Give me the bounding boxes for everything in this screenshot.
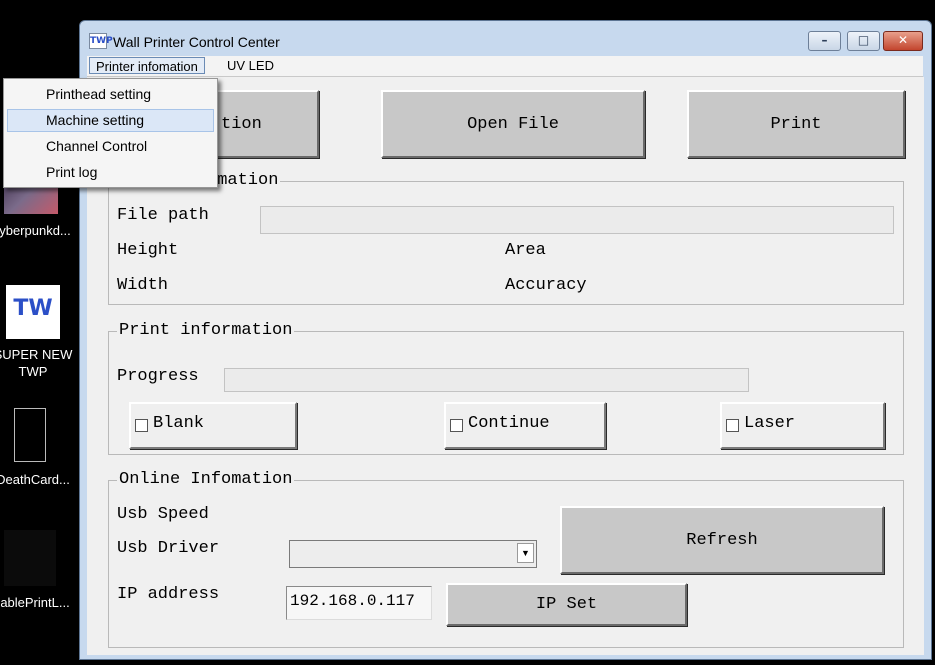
menu-uv-led[interactable]: UV LED: [221, 57, 280, 74]
chevron-down-icon[interactable]: ▼: [517, 543, 534, 563]
laser-checkbox[interactable]: [726, 419, 739, 432]
menu-item-machine-setting[interactable]: Machine setting: [7, 109, 214, 132]
ip-address-input[interactable]: 192.168.0.117: [286, 586, 432, 620]
ip-set-button[interactable]: IP Set: [446, 583, 687, 626]
menu-item-printhead-setting[interactable]: Printhead setting: [7, 83, 214, 106]
desktop-icon-label-2[interactable]: SUPER NEW TWP: [0, 346, 88, 380]
blank-checkbox[interactable]: [135, 419, 148, 432]
usb-driver-select[interactable]: ▼: [289, 540, 537, 568]
laser-toggle[interactable]: Laser: [720, 402, 885, 449]
file-path-field[interactable]: [260, 206, 894, 234]
print-information-group: Print information Progress Blank Continu…: [108, 321, 904, 455]
accuracy-label: Accuracy: [505, 276, 587, 295]
laser-label: Laser: [744, 414, 796, 433]
twp-app-label: SUPER NEW TWP: [0, 347, 73, 379]
height-label: Height: [117, 241, 179, 260]
maximize-icon: □: [857, 33, 870, 47]
connection-button-label: tion: [221, 115, 262, 134]
ip-address-label: IP address: [117, 585, 220, 604]
desktop-icon-label-4[interactable]: ablePrintL...: [0, 594, 90, 611]
minimize-button[interactable]: –: [808, 31, 841, 51]
close-button[interactable]: ✕: [883, 31, 923, 51]
width-label: Width: [117, 276, 169, 295]
progress-label: Progress: [117, 367, 199, 386]
print-button[interactable]: Print: [687, 90, 905, 158]
online-information-title: Online Infomation: [117, 470, 295, 489]
open-file-button[interactable]: Open File: [381, 90, 645, 158]
blank-toggle[interactable]: Blank: [129, 402, 297, 449]
refresh-button[interactable]: Refresh: [560, 506, 884, 574]
window-title: Wall Printer Control Center: [113, 34, 280, 50]
blank-label: Blank: [153, 414, 205, 433]
print-information-title: Print information: [117, 321, 295, 340]
usb-driver-label: Usb Driver: [117, 539, 220, 558]
progress-bar: [224, 368, 749, 392]
printer-information-menu: Printhead setting Machine setting Channe…: [3, 78, 218, 188]
continue-toggle[interactable]: Continue: [444, 402, 606, 449]
desktop-icon-label-3[interactable]: DeathCard...: [0, 471, 88, 488]
desktop-icon-label-1[interactable]: yberpunkd...: [0, 222, 90, 239]
desktop-icon-image-4[interactable]: [4, 530, 56, 586]
title-bar[interactable]: TWP Wall Printer Control Center – □ ✕: [80, 21, 931, 55]
menu-item-channel-control[interactable]: Channel Control: [7, 135, 214, 158]
menu-bar: Printer infomation UV LED: [87, 56, 923, 77]
menu-printer-information[interactable]: Printer infomation: [89, 57, 205, 74]
minimize-icon: –: [821, 33, 828, 47]
menu-item-print-log[interactable]: Print log: [7, 161, 214, 184]
close-icon: ✕: [897, 33, 909, 47]
continue-checkbox[interactable]: [450, 419, 463, 432]
online-information-group: Online Infomation Usb Speed Usb Driver ▼…: [108, 470, 904, 648]
continue-label: Continue: [468, 414, 550, 433]
maximize-button[interactable]: □: [847, 31, 880, 51]
twp-app-icon[interactable]: TW: [6, 285, 60, 339]
desktop-icon-image-3[interactable]: [14, 408, 46, 462]
usb-speed-label: Usb Speed: [117, 505, 209, 524]
file-path-label: File path: [117, 206, 209, 225]
app-logo-icon: TWP: [89, 33, 113, 49]
file-information-group: rmation File path Height Width Area Accu…: [108, 171, 904, 305]
area-label: Area: [505, 241, 546, 260]
